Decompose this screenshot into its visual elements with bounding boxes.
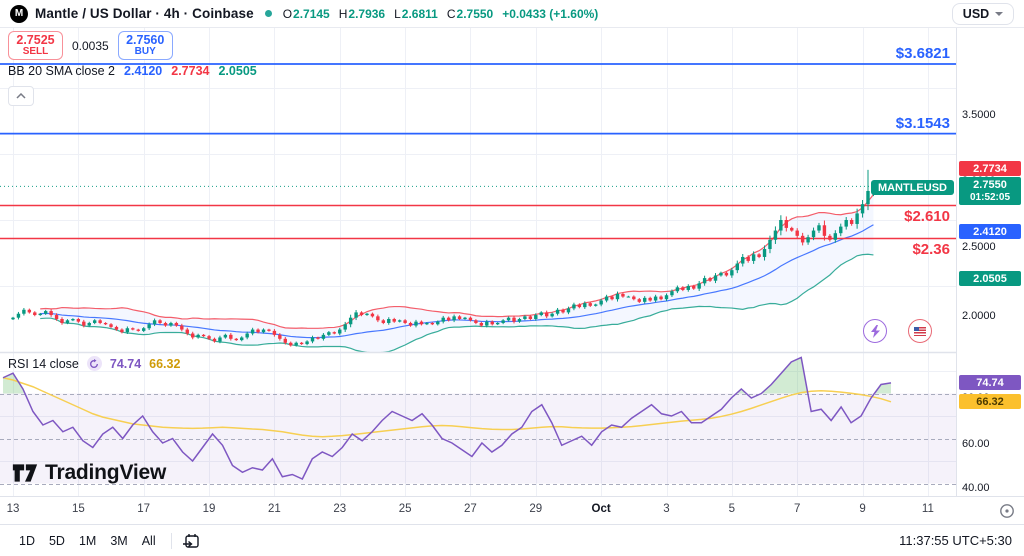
currency-dropdown[interactable]: USD bbox=[952, 3, 1014, 25]
buy-price: 2.7560 bbox=[126, 34, 164, 47]
chevron-up-icon bbox=[16, 93, 26, 99]
us-flag-icon bbox=[914, 327, 926, 336]
high-label: H bbox=[339, 7, 348, 21]
time-axis-label: 9 bbox=[848, 503, 878, 515]
watermark-text: TradingView bbox=[45, 461, 166, 485]
time-axis-label: Oct bbox=[586, 503, 616, 515]
clock-timezone-button[interactable]: 11:37:55 UTC+5:30 bbox=[899, 533, 1012, 548]
rsi-value-badge: 74.74 bbox=[959, 375, 1021, 390]
low-label: L bbox=[394, 7, 401, 21]
price-scale[interactable]: 3.5000 3.0000 2.5000 2.0000 80.00 60.00 … bbox=[956, 28, 1024, 496]
time-axis-label: 29 bbox=[521, 503, 551, 515]
buy-label: BUY bbox=[135, 47, 156, 58]
change-value: +0.0433 (+1.60%) bbox=[502, 7, 598, 21]
sell-label: SELL bbox=[23, 47, 49, 58]
bb-basis-value: 2.4120 bbox=[124, 64, 162, 78]
range-5d-button[interactable]: 5D bbox=[42, 530, 72, 552]
bb-basis-badge: 2.4120 bbox=[959, 224, 1021, 239]
level-label-3-1543: $3.1543 bbox=[896, 115, 950, 132]
level-label-3-6821: $3.6821 bbox=[896, 45, 950, 62]
range-1d-button[interactable]: 1D bbox=[12, 530, 42, 552]
close-label: C bbox=[447, 7, 456, 21]
chevron-down-icon bbox=[995, 12, 1003, 16]
time-axis-label: 5 bbox=[717, 503, 747, 515]
time-axis-label: 11 bbox=[913, 503, 943, 515]
mantle-logo-icon: M bbox=[10, 5, 28, 23]
bb-upper-badge: 2.7734 bbox=[959, 161, 1021, 176]
time-axis-label: 27 bbox=[455, 503, 485, 515]
time-axis-label: 7 bbox=[782, 503, 812, 515]
chart-canvas[interactable] bbox=[0, 28, 956, 496]
open-label: O bbox=[283, 7, 292, 21]
tradingview-watermark: TradingView bbox=[12, 461, 166, 485]
last-price-badge: 2.7550 01:52:05 bbox=[959, 177, 1021, 205]
time-axis-label: 19 bbox=[194, 503, 224, 515]
bb-lower-badge: 2.0505 bbox=[959, 271, 1021, 286]
buy-button[interactable]: 2.7560 BUY bbox=[118, 31, 173, 60]
rsi-ma-badge: 66.32 bbox=[959, 394, 1021, 409]
rsi-tick: 60.00 bbox=[962, 438, 990, 450]
high-value: 2.7936 bbox=[348, 7, 385, 21]
timezone-gear-icon[interactable] bbox=[998, 502, 1016, 520]
toolbar-divider bbox=[171, 533, 172, 549]
price-tick: 2.0000 bbox=[962, 310, 996, 322]
rsi-tick: 40.00 bbox=[962, 482, 990, 494]
rsi-value: 74.74 bbox=[110, 357, 141, 371]
bb-legend-title: BB 20 SMA close 2 bbox=[8, 64, 115, 78]
range-1m-button[interactable]: 1M bbox=[72, 530, 103, 552]
last-price-value: 2.7550 bbox=[973, 179, 1007, 191]
symbol-price-tag: MANTLEUSD bbox=[871, 180, 954, 195]
rsi-legend-title: RSI 14 close bbox=[8, 357, 79, 371]
time-axis-label: 23 bbox=[325, 503, 355, 515]
sell-price: 2.7525 bbox=[16, 34, 54, 47]
time-axis[interactable]: 13 15 17 19 21 23 25 27 29 Oct 3 5 7 9 11 bbox=[0, 496, 1024, 524]
rsi-refresh-icon bbox=[87, 356, 102, 371]
symbol-title[interactable]: Mantle / US Dollar · 4h · Coinbase bbox=[35, 6, 254, 21]
go-to-date-button[interactable] bbox=[182, 532, 201, 550]
range-3m-button[interactable]: 3M bbox=[103, 530, 134, 552]
collapse-legend-button[interactable] bbox=[8, 86, 34, 106]
market-open-dot-icon bbox=[265, 10, 272, 17]
symbol-header: M Mantle / US Dollar · 4h · Coinbase O2.… bbox=[0, 0, 1024, 28]
spread-value: 0.0035 bbox=[72, 39, 109, 53]
time-axis-label: 25 bbox=[390, 503, 420, 515]
price-tick: 2.5000 bbox=[962, 241, 996, 253]
range-all-button[interactable]: All bbox=[135, 530, 163, 552]
time-axis-label: 17 bbox=[129, 503, 159, 515]
bb-indicator-legend[interactable]: BB 20 SMA close 2 2.4120 2.7734 2.0505 bbox=[8, 64, 257, 78]
bb-upper-value: 2.7734 bbox=[171, 64, 209, 78]
close-value: 2.7550 bbox=[457, 7, 494, 21]
time-axis-label: 3 bbox=[652, 503, 682, 515]
calendar-goto-icon bbox=[182, 532, 201, 550]
tradingview-logo-icon bbox=[12, 463, 38, 483]
level-label-2-610: $2.610 bbox=[904, 208, 950, 225]
bb-lower-value: 2.0505 bbox=[218, 64, 256, 78]
time-axis-label: 15 bbox=[63, 503, 93, 515]
bottom-toolbar: 1D 5D 1M 3M All 11:37:55 UTC+5:30 bbox=[0, 524, 1024, 556]
tradingview-chart-window: M Mantle / US Dollar · 4h · Coinbase O2.… bbox=[0, 0, 1024, 556]
price-tick: 3.5000 bbox=[962, 109, 996, 121]
time-axis-label: 21 bbox=[259, 503, 289, 515]
trade-panel: 2.7525 SELL 0.0035 2.7560 BUY bbox=[8, 31, 173, 60]
lightning-icon bbox=[870, 325, 881, 338]
rsi-indicator-legend[interactable]: RSI 14 close 74.74 66.32 bbox=[8, 356, 180, 371]
lightning-bubble[interactable] bbox=[863, 319, 887, 343]
currency-label: USD bbox=[963, 7, 989, 21]
level-label-2-36: $2.36 bbox=[912, 241, 950, 258]
low-value: 2.6811 bbox=[402, 7, 438, 21]
time-axis-label: 13 bbox=[0, 503, 28, 515]
sell-button[interactable]: 2.7525 SELL bbox=[8, 31, 63, 60]
open-value: 2.7145 bbox=[293, 7, 330, 21]
bar-countdown: 01:52:05 bbox=[970, 192, 1010, 203]
us-flag-bubble[interactable] bbox=[908, 319, 932, 343]
rsi-ma-value: 66.32 bbox=[149, 357, 180, 371]
ohlc-values: O2.7145 H2.7936 L2.6811 C2.7550 +0.0433 … bbox=[283, 7, 599, 21]
